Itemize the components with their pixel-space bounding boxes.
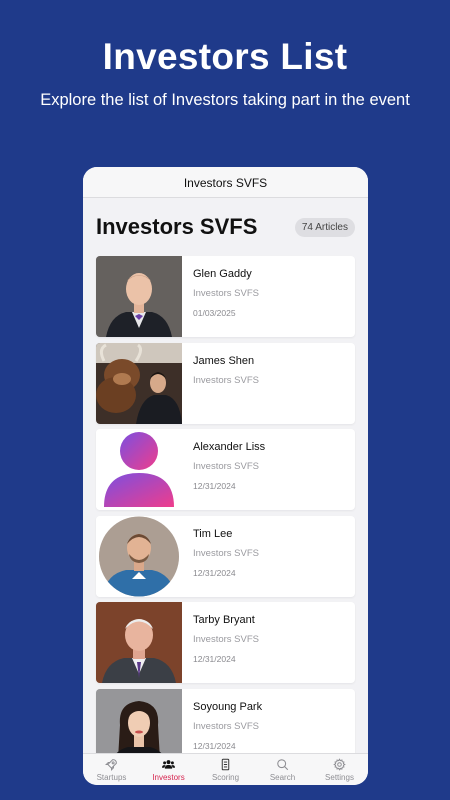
- investor-name: James Shen: [193, 354, 255, 367]
- investor-name: Soyoung Park: [193, 700, 263, 713]
- investor-name: Glen Gaddy: [193, 268, 252, 280]
- investor-card[interactable]: Tim Lee Investors SVFS 12/31/2024: [96, 515, 355, 597]
- investor-list-view[interactable]: Investors SVFS 74 Articles Glen Gaddy In…: [83, 198, 368, 753]
- investor-org: Investors SVFS: [193, 374, 259, 386]
- investor-org: Investors SVFS: [193, 720, 259, 732]
- avatar-placeholder-icon: [96, 429, 182, 510]
- investor-org: Investors SVFS: [193, 288, 259, 299]
- rocket-icon: [105, 758, 117, 771]
- article-count-badge: 74 Articles: [294, 217, 355, 237]
- investor-date: 12/31/2024: [193, 654, 236, 664]
- investor-photo: [96, 602, 182, 683]
- nav-title: Investors SVFS: [183, 175, 268, 190]
- investor-date: 12/31/2024: [193, 740, 236, 751]
- investor-date: 01/03/2025: [193, 308, 236, 318]
- tab-startups[interactable]: Startups: [83, 754, 140, 785]
- promo-subtitle: Explore the list of Investors taking par…: [40, 91, 410, 109]
- investor-org: Investors SVFS: [193, 547, 259, 559]
- investor-org: Investors SVFS: [193, 634, 259, 645]
- investor-card[interactable]: Soyoung Park Investors SVFS 12/31/2024: [96, 688, 355, 753]
- tab-bar: Startups Investors Scoring Search Settin…: [83, 753, 368, 785]
- investor-list: Glen Gaddy Investors SVFS 01/03/2025 Jam…: [83, 256, 368, 753]
- tab-label: Search: [269, 772, 296, 782]
- tab-label: Investors: [152, 772, 185, 782]
- tab-label: Startups: [96, 772, 127, 782]
- navigation-bar: Investors SVFS: [83, 167, 368, 198]
- investor-card[interactable]: James Shen Investors SVFS: [96, 342, 355, 424]
- investor-card[interactable]: Alexander Liss Investors SVFS 12/31/2024: [96, 429, 355, 510]
- tab-search[interactable]: Search: [254, 754, 311, 785]
- investor-name: Tarby Bryant: [193, 614, 255, 626]
- promo-title: Investors List: [102, 36, 348, 77]
- tab-settings[interactable]: Settings: [311, 754, 368, 785]
- page-title: Investors SVFS: [96, 214, 258, 239]
- investor-photo: [96, 256, 182, 337]
- investor-photo: [96, 688, 182, 753]
- investor-name: Tim Lee: [193, 527, 233, 540]
- gear-icon: [333, 757, 346, 771]
- tab-scoring[interactable]: Scoring: [197, 754, 254, 785]
- investor-date: 12/31/2024: [193, 481, 236, 491]
- tab-label: Scoring: [211, 772, 240, 782]
- search-icon: [277, 758, 289, 770]
- list-header: Investors SVFS 74 Articles: [83, 198, 368, 256]
- investor-date: 12/31/2024: [193, 567, 236, 578]
- list-icon: [221, 758, 230, 770]
- investor-org: Investors SVFS: [193, 461, 259, 472]
- users-icon: [162, 759, 175, 769]
- tab-investors[interactable]: Investors: [140, 754, 197, 785]
- investor-card[interactable]: Glen Gaddy Investors SVFS 01/03/2025: [96, 256, 355, 337]
- investor-photo: [96, 342, 182, 424]
- phone-screen: Investors SVFS Investors SVFS 74 Article…: [83, 167, 368, 785]
- investor-photo: [96, 515, 182, 597]
- investor-card[interactable]: Tarby Bryant Investors SVFS 12/31/2024: [96, 602, 355, 683]
- investor-name: Alexander Liss: [193, 441, 266, 453]
- tab-label: Settings: [325, 772, 354, 782]
